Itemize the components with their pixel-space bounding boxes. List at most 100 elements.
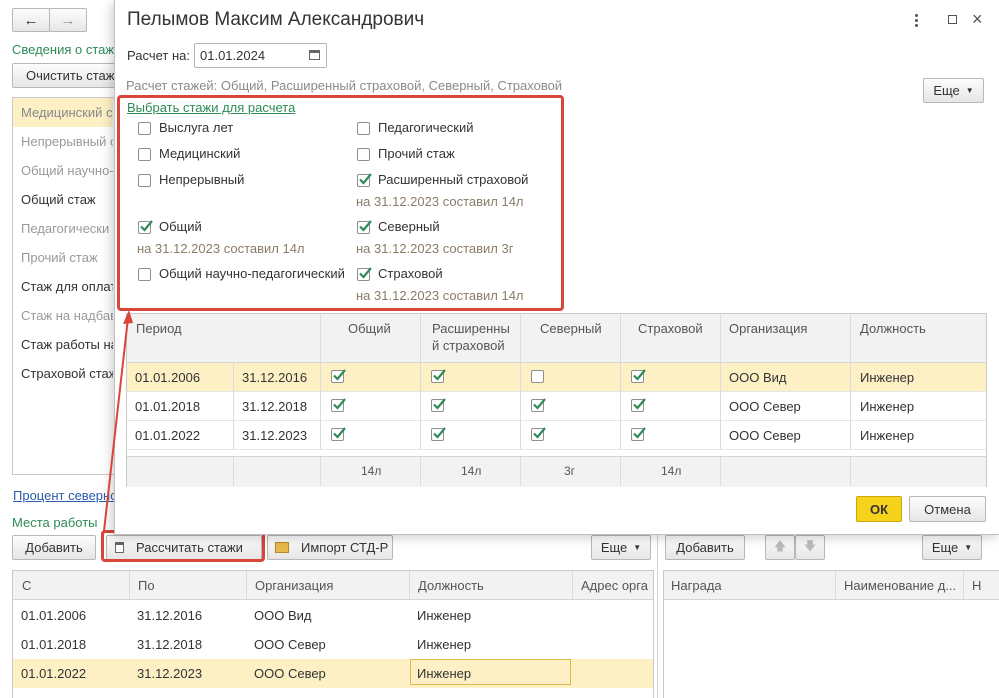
column-header-general: Общий bbox=[348, 321, 391, 336]
more-button-workplaces[interactable]: Еще ▼ bbox=[591, 535, 651, 560]
date-label: Расчет на: bbox=[127, 48, 190, 63]
cell-separator bbox=[620, 392, 621, 421]
ok-button[interactable]: ОК bbox=[856, 496, 902, 522]
cell-separator bbox=[520, 421, 521, 450]
period-general-checkbox[interactable] bbox=[331, 427, 346, 441]
total-value: 14л bbox=[661, 464, 682, 478]
experience-list-item[interactable]: Стаж работы на bbox=[13, 330, 113, 359]
import-std-button[interactable]: Импорт СТД-Р bbox=[267, 535, 393, 560]
option-label[interactable]: Прочий стаж bbox=[378, 146, 455, 161]
workplaces-cell: Инженер bbox=[417, 608, 472, 623]
awards-column-header: Наименование д... bbox=[844, 578, 956, 593]
footer-separator bbox=[720, 457, 721, 486]
option-checkbox[interactable] bbox=[357, 148, 370, 161]
experience-list-item-label: Непрерывный с bbox=[21, 134, 113, 149]
option-note: на 31.12.2023 составил 3г bbox=[356, 241, 514, 256]
period-from: 01.01.2018 bbox=[135, 399, 201, 414]
workplaces-cell: ООО Север bbox=[254, 637, 326, 652]
add-award-button[interactable]: Добавить bbox=[665, 535, 745, 560]
calendar-icon[interactable] bbox=[309, 50, 320, 60]
more-button-awards[interactable]: Еще ▼ bbox=[922, 535, 982, 560]
cell-separator bbox=[720, 363, 721, 392]
period-from: 01.01.2022 bbox=[135, 428, 201, 443]
clear-experience-button[interactable]: Очистить стаж bbox=[12, 63, 122, 88]
option-checkbox[interactable] bbox=[138, 268, 151, 281]
experience-list-item[interactable]: Педагогически bbox=[13, 214, 113, 243]
option-checkbox[interactable] bbox=[138, 148, 151, 161]
period-insurance-checkbox[interactable] bbox=[631, 427, 646, 441]
workplaces-column-header: Адрес орга bbox=[581, 578, 648, 593]
nav-forward-button[interactable]: → bbox=[49, 8, 87, 32]
experience-list-item[interactable]: Прочий стаж bbox=[13, 243, 113, 272]
experience-list-item-label: Общий научно- bbox=[21, 163, 113, 178]
workplaces-cell: ООО Вид bbox=[254, 608, 312, 623]
experience-list-item-label: Стаж работы на bbox=[21, 337, 113, 352]
period-general-checkbox[interactable] bbox=[331, 398, 346, 412]
experience-list-item[interactable]: Общий стаж bbox=[13, 185, 113, 214]
period-extended-checkbox[interactable] bbox=[431, 427, 446, 441]
workplaces-row[interactable] bbox=[13, 601, 653, 630]
workplaces-row[interactable] bbox=[13, 630, 653, 659]
option-checkbox[interactable] bbox=[357, 173, 372, 187]
experience-list-item-label: Общий стаж bbox=[21, 192, 96, 207]
awards-column-header: Награда bbox=[671, 578, 722, 593]
option-label[interactable]: Педагогический bbox=[378, 120, 474, 135]
workplaces-cell: 31.12.2016 bbox=[137, 608, 203, 623]
column-separator bbox=[520, 314, 521, 362]
option-checkbox[interactable] bbox=[357, 220, 372, 234]
option-label[interactable]: Непрерывный bbox=[159, 172, 244, 187]
workplaces-cell: 31.12.2018 bbox=[137, 637, 203, 652]
option-checkbox[interactable] bbox=[138, 122, 151, 135]
period-organization: ООО Север bbox=[729, 428, 801, 443]
option-label[interactable]: Расширенный страховой bbox=[378, 172, 528, 187]
period-insurance-checkbox[interactable] bbox=[631, 369, 646, 383]
experience-list-item-label: Медицинский ст bbox=[21, 105, 113, 120]
north-percent-link[interactable]: Процент северно bbox=[13, 488, 117, 503]
add-workplace-button[interactable]: Добавить bbox=[12, 535, 96, 560]
column-header-period: Период bbox=[136, 321, 182, 336]
more-label-awards: Еще bbox=[931, 540, 959, 555]
maximize-icon[interactable] bbox=[948, 15, 957, 24]
option-checkbox[interactable] bbox=[357, 267, 372, 281]
close-icon[interactable]: × bbox=[972, 9, 983, 29]
folder-icon bbox=[275, 542, 289, 553]
option-label[interactable]: Выслуга лет bbox=[159, 120, 233, 135]
experience-list-item[interactable]: Медицинский ст bbox=[13, 98, 113, 127]
date-input[interactable]: 01.01.2024 bbox=[194, 43, 327, 68]
more-vert-icon[interactable] bbox=[915, 14, 918, 27]
cell-separator bbox=[320, 363, 321, 392]
option-label[interactable]: Общий bbox=[159, 219, 202, 234]
experience-list-item[interactable]: Общий научно- bbox=[13, 156, 113, 185]
option-label[interactable]: Северный bbox=[378, 219, 440, 234]
column-separator bbox=[620, 314, 621, 362]
nav-back-button[interactable]: ← bbox=[12, 8, 50, 32]
option-checkbox[interactable] bbox=[357, 122, 370, 135]
option-label[interactable]: Страховой bbox=[378, 266, 443, 281]
cancel-button[interactable]: Отмена bbox=[909, 496, 986, 522]
period-north-checkbox[interactable] bbox=[531, 370, 544, 383]
period-insurance-checkbox[interactable] bbox=[631, 398, 646, 412]
experience-list-item[interactable]: Стаж на надбав bbox=[13, 301, 113, 330]
column-separator bbox=[572, 571, 573, 599]
move-up-button[interactable]: 🡅 bbox=[765, 535, 795, 560]
move-down-button[interactable]: 🡇 bbox=[795, 535, 825, 560]
option-label[interactable]: Общий научно-педагогический bbox=[159, 266, 345, 281]
period-extended-checkbox[interactable] bbox=[431, 398, 446, 412]
workplaces-cell: 01.01.2018 bbox=[21, 637, 87, 652]
dialog-more-button[interactable]: Еще ▼ bbox=[923, 78, 984, 103]
calculation-summary: Расчет стажей: Общий, Расширенный страхо… bbox=[126, 78, 563, 93]
experience-list-item[interactable]: Стаж для оплат bbox=[13, 272, 113, 301]
period-organization: ООО Север bbox=[729, 399, 801, 414]
option-checkbox[interactable] bbox=[138, 174, 151, 187]
arrow-up-icon: 🡅 bbox=[773, 539, 787, 553]
chevron-down-icon: ▼ bbox=[964, 543, 973, 552]
period-north-checkbox[interactable] bbox=[531, 427, 546, 441]
experience-list-item[interactable]: Непрерывный с bbox=[13, 127, 113, 156]
option-label[interactable]: Медицинский bbox=[159, 146, 240, 161]
option-checkbox[interactable] bbox=[138, 220, 153, 234]
period-north-checkbox[interactable] bbox=[531, 398, 546, 412]
experience-list-item-label: Прочий стаж bbox=[21, 250, 98, 265]
period-extended-checkbox[interactable] bbox=[431, 369, 446, 383]
experience-list-item[interactable]: Страховой стаж bbox=[13, 359, 113, 388]
period-general-checkbox[interactable] bbox=[331, 369, 346, 383]
